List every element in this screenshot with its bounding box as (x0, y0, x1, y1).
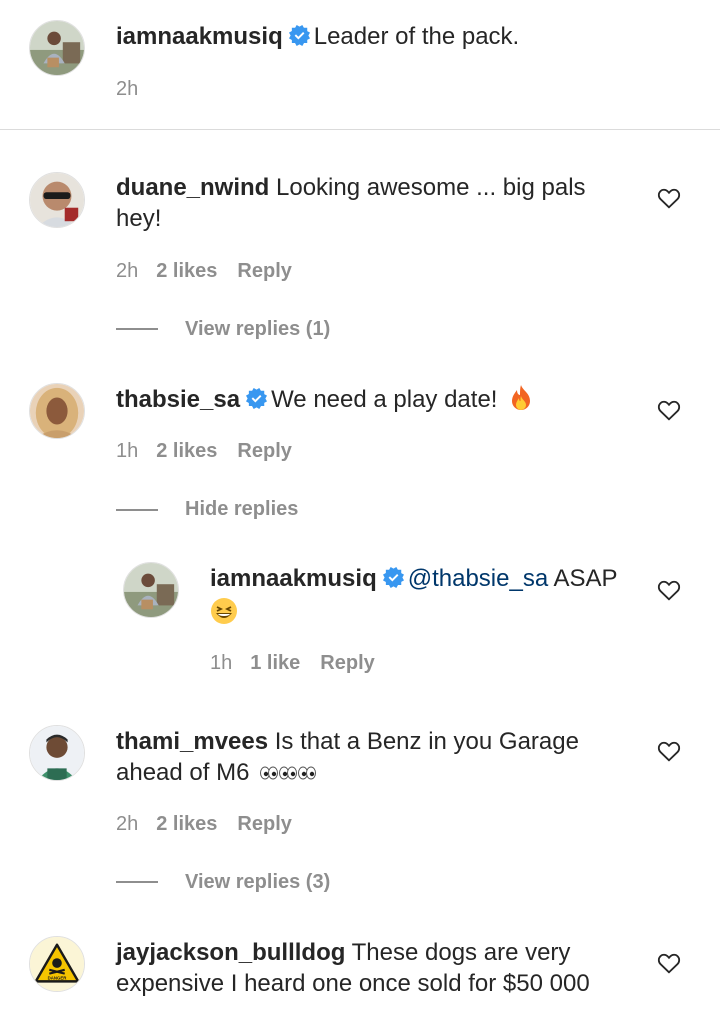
replies-dash (116, 328, 158, 330)
comment-likes[interactable]: 2 likes (156, 260, 217, 282)
comment-time: 1h (116, 440, 139, 462)
reply-button[interactable]: Reply (320, 652, 374, 674)
comment-username[interactable]: duane_nwind (116, 174, 269, 201)
caption-meta: 2h (116, 77, 138, 101)
comment-username[interactable]: thami_mvees (116, 728, 268, 755)
comment-meta: 1h 2 likes Reply (116, 439, 292, 463)
user-photo-icon (30, 173, 84, 227)
reply-time: 1h (210, 652, 233, 674)
caption-divider (0, 129, 720, 130)
replies-dash (116, 881, 158, 883)
avatar-thami-mvees[interactable] (29, 725, 85, 781)
reply-button[interactable]: Reply (237, 260, 291, 282)
comment-text: duane_nwind Looking awesome ... big pals… (116, 172, 586, 234)
comment-username[interactable]: thabsie_sa (116, 386, 240, 413)
reply-username[interactable]: iamnaakmusiq (210, 565, 377, 592)
comment-time: 2h (116, 260, 139, 282)
view-replies-button[interactable]: View replies (3) (185, 870, 330, 894)
like-heart-icon[interactable] (657, 399, 681, 421)
comment-body-line1: These dogs are very (351, 939, 571, 966)
avatar-duane-nwind[interactable] (29, 172, 85, 228)
verified-icon (289, 25, 310, 46)
caption-username[interactable]: iamnaakmusiq (116, 23, 283, 50)
user-photo-icon (30, 726, 84, 780)
fire-emoji-icon (512, 385, 531, 410)
comment-text: jayjackson_bullldog These dogs are very … (116, 937, 590, 999)
comment-meta: 2h 2 likes Reply (116, 259, 292, 283)
like-heart-icon[interactable] (657, 187, 681, 209)
reply-likes[interactable]: 1 like (250, 652, 300, 674)
avatar-jayjackson-bullldog[interactable]: DANGER (29, 936, 85, 992)
comment-body-line1: Looking awesome ... big pals (276, 174, 586, 201)
mention-link[interactable]: @thabsie_sa (408, 565, 548, 592)
caption-text: iamnaakmusiq Leader of the pack. (116, 21, 519, 52)
hide-replies-button[interactable]: Hide replies (185, 497, 298, 521)
danger-sign-icon: DANGER (30, 937, 84, 991)
comment-text: thabsie_sa We need a play date! (116, 384, 534, 415)
user-photo-icon (124, 563, 178, 617)
reply-text: iamnaakmusiq @thabsie_sa ASAP (210, 563, 618, 625)
reply-button[interactable]: Reply (237, 440, 291, 462)
caption-time: 2h (116, 78, 139, 100)
like-heart-icon[interactable] (657, 952, 681, 974)
comment-body-line2: expensive I heard one once sold for $50 … (116, 970, 590, 997)
view-replies-button[interactable]: View replies (1) (185, 317, 330, 341)
like-heart-icon[interactable] (657, 740, 681, 762)
like-heart-icon[interactable] (657, 579, 681, 601)
reply-body: ASAP (553, 565, 618, 592)
reply-meta: 1h 1 like Reply (210, 651, 375, 675)
user-photo-icon (30, 384, 84, 438)
eyes-emoji-icon (260, 766, 317, 780)
avatar-iamnaakmusiq[interactable] (29, 20, 85, 76)
verified-icon (246, 388, 267, 409)
replies-dash (116, 509, 158, 511)
grinning-squinting-face-emoji-icon (211, 597, 237, 624)
comment-likes[interactable]: 2 likes (156, 813, 217, 835)
comment-likes[interactable]: 2 likes (156, 440, 217, 462)
comment-meta: 2h 2 likes Reply (116, 812, 292, 836)
reply-button[interactable]: Reply (237, 813, 291, 835)
comment-body-line2: ahead of M6 (116, 759, 250, 786)
comment-time: 2h (116, 813, 139, 835)
comment-body-line2: hey! (116, 205, 162, 232)
comment-username[interactable]: jayjackson_bullldog (116, 939, 345, 966)
comment-body-line1: Is that a Benz in you Garage (274, 728, 579, 755)
avatar-iamnaakmusiq-reply[interactable] (123, 562, 179, 618)
comment-text: thami_mvees Is that a Benz in you Garage… (116, 726, 579, 788)
verified-icon (383, 567, 404, 588)
caption-body: Leader of the pack. (313, 23, 520, 50)
comment-body: We need a play date! (271, 386, 498, 413)
user-photo-icon (30, 21, 84, 75)
danger-sign-text: DANGER (48, 975, 68, 980)
avatar-thabsie-sa[interactable] (29, 383, 85, 439)
